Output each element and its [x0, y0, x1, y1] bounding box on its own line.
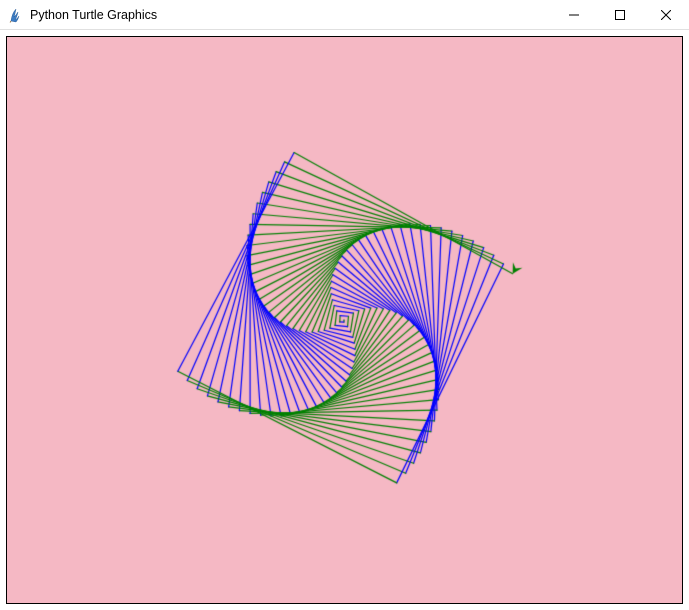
canvas-container — [0, 30, 689, 610]
maximize-button[interactable] — [597, 0, 643, 30]
window-controls — [551, 0, 689, 29]
close-button[interactable] — [643, 0, 689, 30]
canvas-border — [6, 36, 683, 604]
window-titlebar: Python Turtle Graphics — [0, 0, 689, 30]
turtle-graphics-canvas — [7, 37, 682, 603]
python-turtle-feather-icon — [8, 7, 24, 23]
minimize-button[interactable] — [551, 0, 597, 30]
window-title: Python Turtle Graphics — [30, 8, 551, 22]
